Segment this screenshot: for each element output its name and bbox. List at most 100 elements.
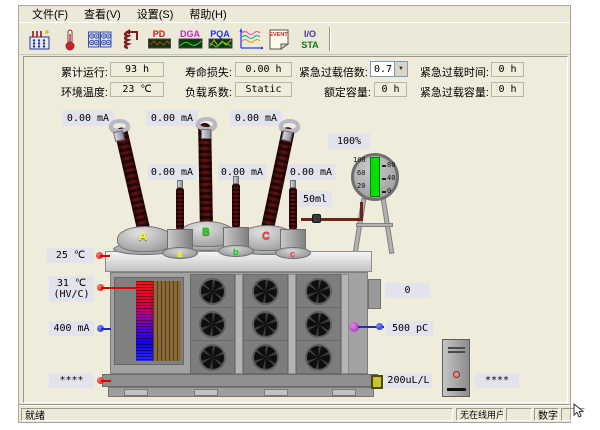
phase-label-lv-c: c xyxy=(290,249,295,259)
cabinet-base xyxy=(447,388,466,391)
fan-icon xyxy=(199,344,226,371)
status-online-users: 无在线用户 xyxy=(456,408,504,421)
partial-discharge-label: 500 pC xyxy=(387,321,433,336)
fan-cell xyxy=(297,275,340,308)
fan-cell xyxy=(191,275,234,308)
thermometer-button[interactable] xyxy=(56,26,83,52)
oil-volume-label: 50ml xyxy=(298,191,332,207)
phase-label-lv-a: a xyxy=(177,249,182,259)
hv-current-b: 0.00 mA xyxy=(146,110,198,126)
oil-level-percent: 100% xyxy=(328,133,370,149)
field-label-overload-time: 紧急过载时间: xyxy=(413,64,489,80)
skid-pad xyxy=(332,389,356,396)
neutral-current-label: 400 mA xyxy=(49,321,94,336)
winding-temp-label: 31 ℃ (HV/C) xyxy=(49,276,94,302)
field-rated-capacity: 0 h xyxy=(374,82,407,97)
gauge-tick: 100 xyxy=(353,156,366,164)
gauge-tick: 80 xyxy=(387,161,395,169)
event-button[interactable]: EVENT xyxy=(266,26,293,52)
toolbar: PD DGA PQA xyxy=(19,24,570,55)
sensor-line xyxy=(101,328,111,330)
masked-right-label: **** xyxy=(475,373,519,388)
fan-icon xyxy=(252,344,279,371)
skid-pad xyxy=(194,389,218,396)
transformer-button[interactable] xyxy=(26,26,53,52)
winding-temp-tap: (HV/C) xyxy=(53,289,89,300)
gauge-dash xyxy=(382,191,386,193)
fan-cell xyxy=(297,308,340,341)
phase-label-a: A xyxy=(139,231,147,243)
overload-factor-dropdown[interactable]: 0.7 ▼ xyxy=(370,61,408,77)
cabinet-vent xyxy=(448,351,465,353)
bushing-lv-a xyxy=(176,187,184,231)
bushing-lv-cap-c xyxy=(290,180,296,188)
thermometer-icon xyxy=(57,27,83,52)
menu-help[interactable]: 帮助(H) xyxy=(182,5,233,23)
top-oil-temp-label: 25 ℃ xyxy=(47,248,94,263)
tank-rail xyxy=(341,274,349,374)
io-sta-button[interactable]: I/O STA xyxy=(296,26,323,52)
winding-thermal-bar xyxy=(136,281,153,361)
pd-label: PD xyxy=(153,29,166,39)
pqa-icon: PQA xyxy=(206,27,233,52)
pipe-valve xyxy=(312,214,321,223)
menu-file[interactable]: 文件(F) xyxy=(25,5,75,23)
field-label-rated-capacity: 额定容量: xyxy=(309,84,371,100)
field-label-overload-capacity: 紧急过载容量: xyxy=(413,84,489,100)
status-cell-empty1 xyxy=(506,408,532,421)
sta-label: STA xyxy=(301,40,319,50)
coil-icon xyxy=(117,27,143,52)
gas-in-oil-label: 200uL/L xyxy=(385,373,432,388)
dropdown-arrow-icon[interactable]: ▼ xyxy=(394,62,407,76)
pqa-button[interactable]: PQA xyxy=(206,26,233,52)
radiator-column xyxy=(190,274,235,374)
fan-cell xyxy=(297,341,340,374)
bushing-lv-c xyxy=(289,187,297,231)
menu-bar: 文件(F) 查看(V) 设置(S) 帮助(H) xyxy=(19,6,570,23)
gauge-stand-crossbar xyxy=(356,223,393,227)
gauge-tick: 60 xyxy=(357,169,365,177)
monitoring-cabinet xyxy=(442,339,470,397)
phase-label-b: B xyxy=(202,226,210,238)
coil-button[interactable] xyxy=(116,26,143,52)
field-lifeloss: 0.00 h xyxy=(235,62,292,77)
fan-icon xyxy=(305,344,332,371)
menu-view[interactable]: 查看(V) xyxy=(77,5,128,23)
hv-current-c: 0.00 mA xyxy=(230,110,282,126)
status-bar: 就绪 无在线用户 数字 xyxy=(19,405,570,422)
radiator-column xyxy=(243,274,288,374)
pd-button[interactable]: PD xyxy=(146,26,173,52)
gauge-tick: 20 xyxy=(357,182,365,190)
fan-icon xyxy=(199,311,226,338)
bushing-hv-b xyxy=(198,123,213,231)
fans-button[interactable] xyxy=(86,26,113,52)
menu-settings[interactable]: 设置(S) xyxy=(130,5,181,23)
skid-pad xyxy=(124,389,148,396)
waves-button[interactable] xyxy=(236,26,263,52)
bushing-hv-a xyxy=(114,126,151,234)
bushing-cap-b xyxy=(201,129,211,139)
tank-rail xyxy=(235,274,243,374)
dga-icon: DGA xyxy=(176,27,203,52)
fan-icon xyxy=(252,311,279,338)
toolbar-separator xyxy=(329,27,331,51)
phase-label-c: C xyxy=(262,230,270,242)
lv-current-a: 0.00 mA xyxy=(148,164,196,180)
event-label: EVENT xyxy=(269,32,288,38)
cabinet-logo xyxy=(453,371,460,378)
tank-base xyxy=(102,374,378,387)
fan-cell xyxy=(191,308,234,341)
sensor-dot xyxy=(376,323,383,330)
fan-cell xyxy=(244,275,287,308)
bushing-lv-cap-a xyxy=(177,180,183,188)
dga-button[interactable]: DGA xyxy=(176,26,203,52)
field-label-ambient: 环境温度: xyxy=(52,84,108,100)
bushing-cap-c xyxy=(281,130,293,142)
fan-cell xyxy=(244,308,287,341)
field-loadfactor: Static xyxy=(235,82,292,97)
field-overload-capacity: 0 h xyxy=(491,82,524,97)
field-label-overload-factor: 紧急过载倍数: xyxy=(292,64,368,80)
status-digital: 数字 xyxy=(534,408,559,421)
status-ready: 就绪 xyxy=(21,408,453,421)
io-sta-icon: I/O STA xyxy=(296,26,323,52)
